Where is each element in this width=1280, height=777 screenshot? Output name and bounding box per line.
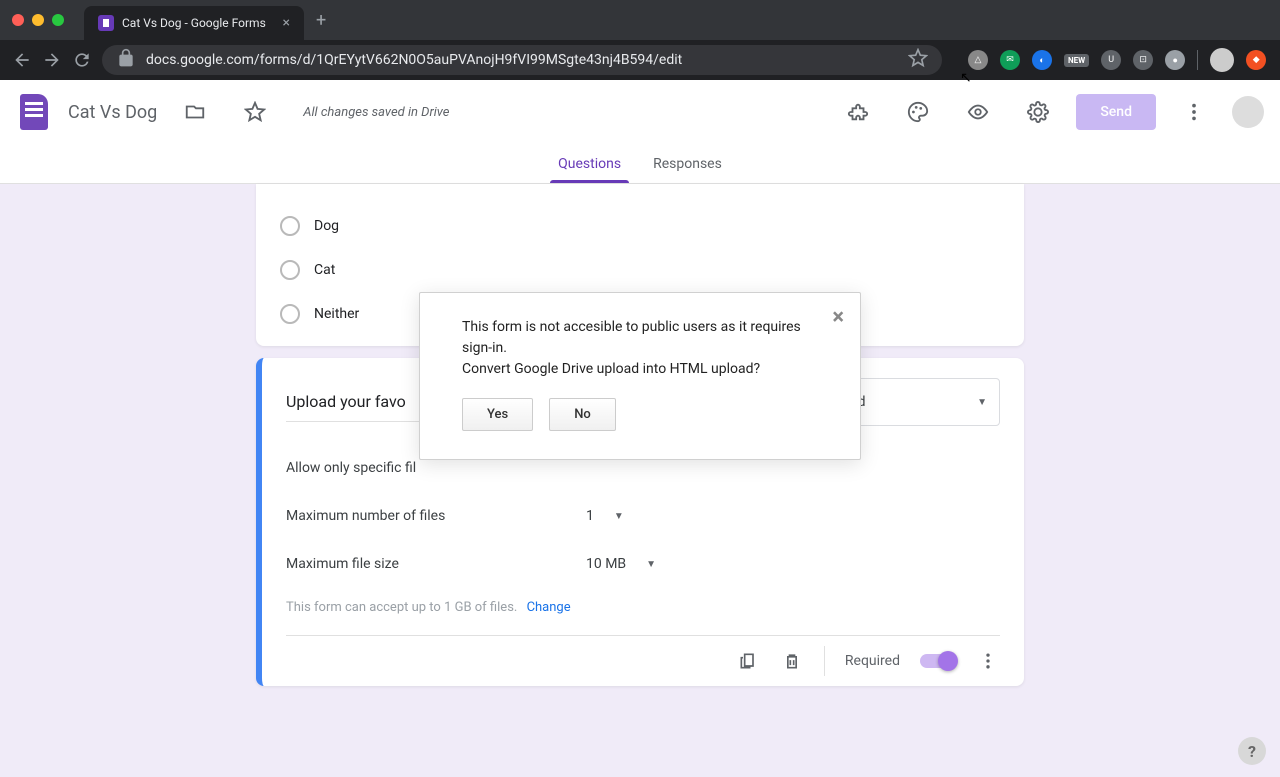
- close-tab-icon[interactable]: ×: [283, 15, 290, 31]
- radio-option[interactable]: Dog: [280, 204, 1000, 248]
- required-toggle[interactable]: [920, 654, 956, 668]
- bookmark-star-icon[interactable]: [908, 48, 928, 72]
- extension-circle-icon[interactable]: ◐: [1032, 50, 1052, 70]
- radio-icon: [280, 216, 300, 236]
- extension-chat-icon[interactable]: ⊡: [1133, 50, 1153, 70]
- radio-option[interactable]: Cat: [280, 248, 1000, 292]
- saved-status: All changes saved in Drive: [303, 105, 449, 120]
- extension-new-badge[interactable]: NEW: [1064, 54, 1089, 67]
- extension-icons: △ ✉ ◐ NEW U ⊡ ● ◆: [968, 48, 1266, 72]
- lock-icon: [116, 48, 136, 72]
- no-button[interactable]: No: [549, 398, 616, 431]
- back-button[interactable]: [12, 50, 32, 70]
- more-menu-button[interactable]: [1172, 90, 1216, 134]
- app-header: Cat Vs Dog All changes saved in Drive Se…: [0, 80, 1280, 144]
- customize-theme-button[interactable]: [896, 90, 940, 134]
- setting-label: Maximum number of files: [286, 508, 586, 524]
- extension-mail-icon[interactable]: ✉: [1000, 50, 1020, 70]
- yes-button[interactable]: Yes: [462, 398, 533, 431]
- tab-questions[interactable]: Questions: [542, 144, 637, 183]
- maximize-window-button[interactable]: [52, 14, 64, 26]
- max-size-select[interactable]: 10 MB ▼: [586, 556, 656, 572]
- setting-label: Maximum file size: [286, 556, 586, 572]
- minimize-window-button[interactable]: [32, 14, 44, 26]
- settings-button[interactable]: [1016, 90, 1060, 134]
- app-tabs: Questions Responses: [0, 144, 1280, 184]
- question-more-button[interactable]: [976, 649, 1000, 673]
- browser-address-bar: docs.google.com/forms/d/1QrEYytV662N0O5a…: [0, 40, 1280, 80]
- forward-button[interactable]: [42, 50, 62, 70]
- send-button[interactable]: Send: [1076, 94, 1156, 130]
- chevron-down-icon: ▼: [614, 511, 624, 522]
- card-footer: Required: [286, 635, 1000, 686]
- extension-dot-icon[interactable]: ●: [1165, 50, 1185, 70]
- browser-tab-bar: Cat Vs Dog - Google Forms × +: [0, 0, 1280, 40]
- reload-button[interactable]: [72, 50, 92, 70]
- separator: [824, 646, 825, 676]
- close-window-button[interactable]: [12, 14, 24, 26]
- required-label: Required: [845, 653, 900, 669]
- separator: [1197, 50, 1198, 70]
- select-value: 10 MB: [586, 556, 626, 572]
- dialog-line1: This form is not accesible to public use…: [462, 319, 801, 356]
- setting-max-files: Maximum number of files 1 ▼: [286, 492, 1000, 540]
- chevron-down-icon: ▼: [646, 559, 656, 570]
- move-to-folder-button[interactable]: [173, 90, 217, 134]
- confirm-dialog: × This form is not accesible to public u…: [419, 292, 861, 460]
- help-button[interactable]: ?: [1238, 737, 1266, 765]
- duplicate-button[interactable]: [736, 649, 760, 673]
- chevron-down-icon: ▼: [977, 397, 987, 408]
- url-bar[interactable]: docs.google.com/forms/d/1QrEYytV662N0O5a…: [102, 45, 942, 75]
- radio-icon: [280, 260, 300, 280]
- browser-profile-avatar[interactable]: [1210, 48, 1234, 72]
- setting-max-size: Maximum file size 10 MB ▼: [286, 540, 1000, 588]
- preview-button[interactable]: [956, 90, 1000, 134]
- extension-shield-icon[interactable]: U: [1101, 50, 1121, 70]
- storage-note: This form can accept up to 1 GB of files…: [286, 588, 1000, 627]
- url-text: docs.google.com/forms/d/1QrEYytV662N0O5a…: [146, 52, 898, 68]
- option-label: Cat: [314, 262, 335, 278]
- favicon-icon: [98, 15, 114, 31]
- option-label: Neither: [314, 306, 359, 322]
- user-avatar[interactable]: [1232, 96, 1264, 128]
- tab-responses[interactable]: Responses: [637, 144, 738, 183]
- extension-drive-icon[interactable]: △: [968, 50, 988, 70]
- browser-tab[interactable]: Cat Vs Dog - Google Forms ×: [84, 6, 304, 40]
- delete-button[interactable]: [780, 649, 804, 673]
- window-controls: [12, 14, 64, 26]
- setting-label: Allow only specific fil: [286, 460, 586, 476]
- max-files-select[interactable]: 1 ▼: [586, 508, 624, 524]
- addons-button[interactable]: [836, 90, 880, 134]
- radio-icon: [280, 304, 300, 324]
- star-button[interactable]: [233, 90, 277, 134]
- google-forms-logo-icon[interactable]: [16, 90, 52, 134]
- note-text: This form can accept up to 1 GB of files…: [286, 600, 517, 615]
- dialog-message: This form is not accesible to public use…: [462, 317, 818, 380]
- form-title[interactable]: Cat Vs Dog: [68, 102, 157, 123]
- dialog-line2: Convert Google Drive upload into HTML up…: [462, 361, 760, 377]
- tab-title: Cat Vs Dog - Google Forms: [122, 16, 271, 30]
- option-label: Dog: [314, 218, 339, 234]
- extension-end-icon[interactable]: ◆: [1246, 50, 1266, 70]
- change-link[interactable]: Change: [527, 600, 571, 615]
- new-tab-button[interactable]: +: [316, 10, 326, 31]
- select-value: 1: [586, 508, 594, 524]
- close-icon[interactable]: ×: [832, 305, 844, 330]
